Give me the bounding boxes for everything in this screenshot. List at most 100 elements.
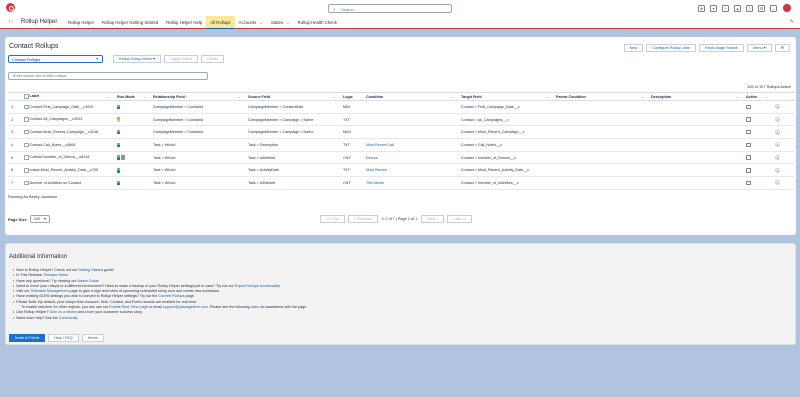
configure-rollup-jobs-button[interactable]: Configure Rollup Jobs — [646, 44, 696, 52]
table-row[interactable]: 3 Contact.Most_Recent_Campaign__c3248 Cam… — [8, 125, 797, 140]
nav-tab-accounts[interactable]: Accounts ⌄ — [235, 16, 267, 29]
nav-tab-rollup-helper[interactable]: Rollup Helper — [64, 16, 98, 29]
new-button[interactable]: New — [623, 44, 644, 52]
row-select-checkbox[interactable] — [24, 104, 29, 110]
first-page-button[interactable]: << First — [320, 215, 345, 223]
edit-nav-pencil-icon[interactable]: ✎ — [790, 19, 794, 25]
row-actions-chevron-icon[interactable]: ▾ — [775, 104, 780, 110]
condition-link[interactable]: Most Recent — [366, 168, 387, 172]
favorites-star-icon[interactable]: ★ — [698, 4, 705, 12]
info-link[interactable]: Export Rollups functionality — [235, 284, 279, 288]
table-row[interactable]: 6 ontact.Most_Recent_Activity_Date__c700… — [8, 163, 797, 178]
field-usage-search-button[interactable]: Field Usage Search — [698, 44, 745, 52]
row-select-checkbox[interactable] — [24, 117, 29, 122]
active-checkbox[interactable] — [746, 180, 751, 186]
last-page-button[interactable]: Last >> — [447, 215, 473, 223]
active-checkbox[interactable] — [746, 142, 751, 148]
row-actions-chevron-icon[interactable]: ▾ — [775, 129, 780, 135]
notifications-bell-icon[interactable]: ♪ — [770, 4, 777, 12]
col-header-relationship-field[interactable]: Relationship Field ↑ ⌄ — [150, 92, 245, 101]
col-header-label[interactable]: Label ⌄ — [21, 92, 114, 101]
col-header-logic[interactable]: Logic — [340, 92, 363, 101]
global-search-input[interactable]: ⌕ Search... — [328, 4, 452, 13]
next-page-button[interactable]: Next > — [421, 215, 445, 223]
nav-tab-rollup-helper-getting-started[interactable]: Rollup Helper Getting Started — [98, 16, 162, 29]
nav-tab-states[interactable]: States ⌄ — [267, 16, 294, 29]
chevron-down-icon[interactable]: ⌄ — [641, 95, 644, 99]
object-rollup-select[interactable]: Contact Rollups ▼ — [8, 55, 103, 63]
help-faq-button[interactable]: Help / FAQ — [48, 334, 79, 342]
chevron-down-icon[interactable]: ⌄ — [765, 95, 768, 99]
chevron-down-icon[interactable]: ⌄ — [451, 95, 454, 99]
info-link[interactable]: share — [85, 310, 94, 314]
active-checkbox[interactable] — [746, 129, 751, 135]
col-header-parent-condition[interactable]: Parent Condition ⌄ — [553, 92, 648, 101]
info-link[interactable]: Schedule Management — [31, 289, 69, 293]
menu-dropdown-button[interactable]: Menu ▾ — [747, 44, 772, 52]
table-row[interactable]: 2 Contact.All_Campaigns__c3203 CampaignMe… — [8, 113, 797, 127]
table-row[interactable]: 4 Contact.Call_Notes__c4864 Task > WhoId T… — [8, 138, 797, 152]
chevron-down-icon[interactable]: ⌄ — [259, 20, 263, 25]
row-actions-chevron-icon[interactable]: ▾ — [775, 180, 780, 186]
info-link[interactable]: Admin Guide — [77, 279, 98, 283]
active-checkbox[interactable] — [746, 168, 751, 173]
info-link[interactable]: Community — [59, 316, 77, 320]
delete-button[interactable]: Delete — [201, 55, 225, 63]
row-actions-chevron-icon[interactable]: ▾ — [775, 117, 780, 123]
salesforce-logo-icon[interactable] — [6, 3, 15, 12]
condition-link[interactable]: This Month — [366, 181, 384, 185]
toggle-active-button[interactable]: Toggle Active — [163, 55, 199, 63]
global-create-icon[interactable]: + — [722, 4, 729, 12]
row-select-checkbox[interactable] — [24, 129, 29, 135]
condition-link[interactable]: Most Recent Call — [366, 143, 394, 147]
settings-gear-button[interactable]: ⚙ — [774, 44, 790, 52]
info-link[interactable]: video — [251, 305, 260, 309]
trailhead-icon[interactable]: ▲ — [734, 4, 741, 12]
condition-link[interactable]: Demos — [366, 156, 378, 160]
chevron-down-icon[interactable]: ⌄ — [143, 95, 146, 99]
active-checkbox[interactable] — [746, 155, 751, 160]
user-avatar[interactable] — [782, 3, 792, 13]
col-header-source-field[interactable]: Source Field ⌄ — [245, 92, 340, 101]
info-link[interactable]: Give us a review — [50, 310, 77, 314]
nav-tab-rollup-helper-help[interactable]: Rollup Helper Help — [162, 16, 206, 29]
setup-gear-icon[interactable]: ⚙ — [758, 4, 765, 12]
col-header-condition[interactable]: Condition ⌄ — [363, 92, 458, 101]
info-link[interactable]: Convert Rollups — [158, 294, 184, 298]
invite-a-friend-button[interactable]: Invite A Friend — [9, 334, 46, 342]
col-header-description[interactable]: Description ⌄ — [648, 92, 743, 101]
select-all-checkbox[interactable] — [24, 94, 29, 99]
chevron-down-icon[interactable]: ⌄ — [238, 95, 241, 99]
page-size-select[interactable]: 100 ▼ — [29, 215, 50, 223]
info-link[interactable]: Enable Real-Time page — [109, 305, 148, 309]
row-select-checkbox[interactable] — [24, 142, 29, 148]
col-header-active[interactable]: Active ⌄ — [743, 92, 772, 101]
active-checkbox[interactable] — [746, 104, 751, 110]
row-actions-chevron-icon[interactable]: ▾ — [775, 155, 780, 161]
info-link[interactable]: Release Notes — [44, 273, 68, 277]
nav-tab-rollup-health-check[interactable]: Rollup Health Check — [294, 16, 341, 29]
rollup-group-menu-button[interactable]: Rollup Group Menu ▾ — [113, 55, 161, 63]
app-launcher-icon[interactable]: ∷ — [9, 19, 16, 26]
row-select-checkbox[interactable] — [24, 155, 29, 160]
rollup-search-filter-input[interactable]: Enter search text to filter rollups — [8, 72, 208, 80]
col-header-run-mode[interactable]: Run Mode ⌄ — [114, 92, 150, 101]
row-actions-chevron-icon[interactable]: ▾ — [775, 167, 780, 173]
row-select-checkbox[interactable] — [24, 180, 29, 186]
chevron-down-icon[interactable]: ⌄ — [736, 95, 739, 99]
active-checkbox[interactable] — [746, 117, 751, 122]
chevron-down-icon[interactable]: ⌄ — [333, 95, 336, 99]
row-select-checkbox[interactable] — [24, 168, 29, 173]
chevron-down-icon[interactable]: ⌄ — [107, 95, 110, 99]
info-link[interactable]: support@passagetech.com — [163, 305, 208, 309]
help-icon[interactable]: ? — [746, 4, 753, 12]
col-header-target-field[interactable]: Target Field ⌄ — [458, 92, 553, 101]
chevron-down-icon[interactable]: ⌄ — [286, 20, 290, 25]
row-actions-chevron-icon[interactable]: ▾ — [775, 142, 780, 148]
table-row[interactable]: 7 Number of Activities on Contact Task > … — [8, 176, 797, 190]
table-row[interactable]: 5 Contact.Number_of_Demos__c8218 Task > W… — [8, 151, 797, 165]
info-link[interactable]: Getting Started — [78, 268, 103, 272]
nav-tab-all-rollups[interactable]: All Rollups — [206, 16, 235, 29]
table-row[interactable]: 1 Contact.First_Campaign_Date__c3029 Camp… — [8, 100, 797, 114]
home-button[interactable]: Home — [81, 334, 104, 342]
